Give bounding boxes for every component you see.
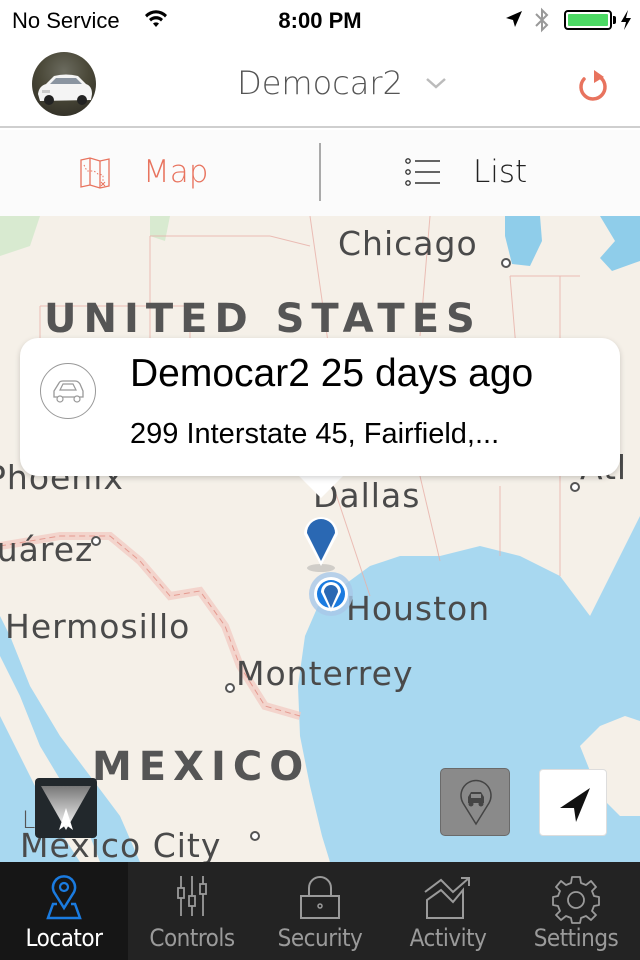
battery-tip <box>613 16 616 24</box>
callout-address: 299 Interstate 45, Fairfield,... <box>130 418 500 450</box>
charging-bolt-icon <box>621 10 631 30</box>
map-label-chicago: Chicago <box>338 224 478 263</box>
tab-settings-label: Settings <box>533 924 619 952</box>
my-location-button[interactable] <box>539 769 607 836</box>
current-location-marker <box>309 572 353 616</box>
wifi-icon <box>145 10 167 27</box>
view-segmented-control: Map List <box>0 130 640 216</box>
carrier-label: No Service <box>12 8 120 33</box>
tab-controls-label: Controls <box>149 924 235 952</box>
sliders-icon <box>177 876 207 916</box>
tab-list[interactable]: List <box>321 130 640 216</box>
city-dot-monterrey <box>225 683 235 693</box>
tab-list-label: List <box>473 154 528 190</box>
tab-activity-label: Activity <box>409 924 487 952</box>
city-dot-mexico-city <box>250 831 260 841</box>
compass-button[interactable] <box>35 778 97 838</box>
map-label-united-states: UNITED STATES <box>44 296 482 342</box>
tab-locator-label: Locator <box>25 924 103 952</box>
tab-map[interactable]: Map <box>0 130 320 216</box>
location-arrow-icon <box>506 11 522 27</box>
map-label-houston: Houston <box>346 589 491 628</box>
battery-level <box>568 14 608 26</box>
gear-icon <box>552 876 600 924</box>
tab-map-label: Map <box>143 154 209 190</box>
city-dot-juarez <box>91 536 101 546</box>
battery-icon <box>564 10 612 30</box>
car-icon-badge <box>40 363 96 419</box>
tab-security-label: Security <box>277 924 363 952</box>
list-icon <box>405 158 440 186</box>
locate-car-button[interactable] <box>440 768 510 836</box>
avatar[interactable] <box>32 52 96 116</box>
map-label-hermosillo: Hermosillo <box>5 607 191 646</box>
tab-controls[interactable]: Controls <box>128 862 256 960</box>
vehicle-photo-icon <box>38 74 92 105</box>
folded-map-icon <box>80 157 110 189</box>
nav-header: Democar2 <box>0 40 640 128</box>
tab-locator[interactable]: Locator <box>0 862 128 960</box>
map-label-mexico: MEXICO <box>92 744 311 790</box>
car-icon <box>53 380 84 403</box>
vehicle-location-callout[interactable]: Democar2 25 days ago 299 Interstate 45, … <box>20 338 620 476</box>
lock-icon <box>300 876 340 919</box>
activity-chart-icon <box>424 877 470 919</box>
vehicle-location-pin[interactable] <box>300 508 342 574</box>
city-dot-atlanta <box>570 482 580 492</box>
car-pin-icon <box>460 779 492 826</box>
callout-title: Democar2 25 days ago <box>130 352 534 395</box>
refresh-icon[interactable] <box>574 66 612 106</box>
location-arrow-icon <box>560 788 590 822</box>
tab-settings[interactable]: Settings <box>512 862 640 960</box>
status-bar: No Service 8:00 PM <box>0 0 640 40</box>
city-dot-chicago <box>501 258 511 268</box>
locator-pin-icon <box>46 875 82 920</box>
bluetooth-icon <box>535 7 549 33</box>
tab-bar: Locator Controls Security Activity Setti… <box>0 862 640 960</box>
compass-icon <box>41 786 91 830</box>
tab-activity[interactable]: Activity <box>384 862 512 960</box>
tab-security[interactable]: Security <box>256 862 384 960</box>
map-label-monterrey: Monterrey <box>236 654 414 693</box>
chevron-down-icon[interactable] <box>425 76 447 90</box>
map-label-juarez: Juárez <box>0 530 94 569</box>
